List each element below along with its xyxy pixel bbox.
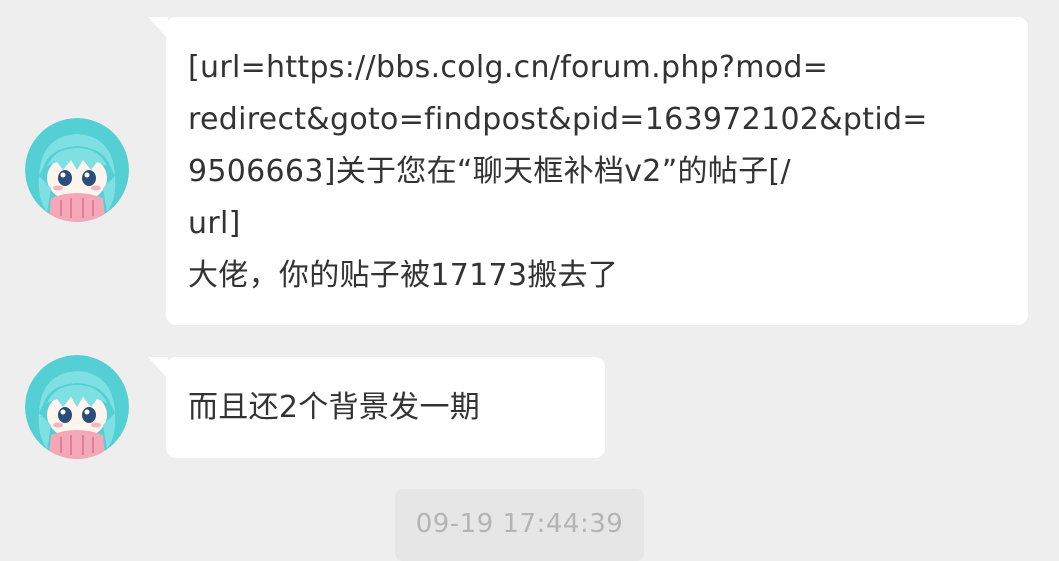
avatar[interactable] <box>25 118 129 222</box>
message-line: redirect&goto=findpost&pid=163972102&pti… <box>188 102 928 137</box>
message-line: 大佬，你的贴子被17173搬去了 <box>188 258 619 293</box>
avatar[interactable] <box>25 355 129 459</box>
message-bubble[interactable]: 而且还2个背景发一期 <box>148 357 605 458</box>
message-line: [url=https://bbs.colg.cn/forum.php?mod= <box>188 50 829 85</box>
bubble-tail <box>148 357 168 379</box>
timestamp: 09-19 17:44:39 <box>395 489 644 561</box>
anime-girl-avatar-icon <box>25 355 129 459</box>
message-line: 而且还2个背景发一期 <box>188 390 481 425</box>
message-line: url] <box>188 206 241 241</box>
bubble-tail <box>148 17 168 39</box>
message-bubble[interactable]: [url=https://bbs.colg.cn/forum.php?mod= … <box>148 17 1028 325</box>
message-line: 9506663]关于您在“聊天框补档v2”的帖子[/ <box>188 154 791 189</box>
anime-girl-avatar-icon <box>25 118 129 222</box>
